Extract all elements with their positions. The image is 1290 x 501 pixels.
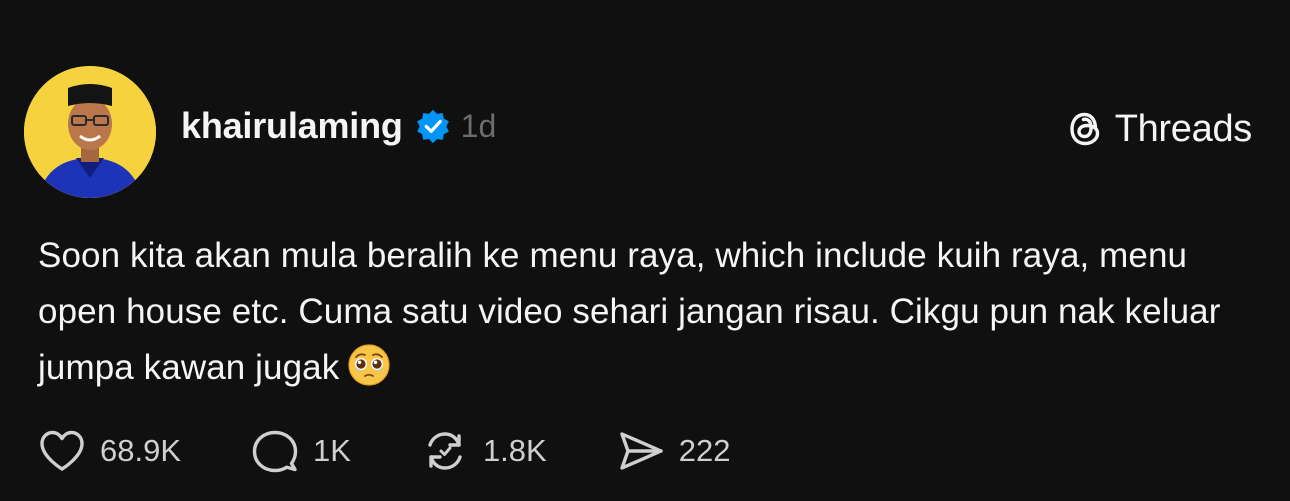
like-button[interactable]: 68.9K — [38, 428, 181, 474]
repost-icon — [428, 432, 462, 470]
threads-post-card: khairulaming 1d Threads Soon kita akan m… — [0, 0, 1290, 501]
post-header: khairulaming 1d — [181, 104, 496, 148]
pleading-face-emoji-icon — [347, 343, 391, 387]
post-body-text: Soon kita akan mula beralih ke menu raya… — [38, 236, 1221, 387]
like-count: 68.9K — [100, 433, 182, 468]
share-count: 222 — [678, 433, 731, 468]
post-timestamp: 1d — [460, 107, 497, 144]
threads-logo-icon — [1069, 112, 1099, 146]
username[interactable]: khairulaming — [181, 105, 403, 147]
reply-count: 1K — [313, 433, 351, 468]
post-actions: 68.9K 1K 1.8K 222 — [38, 428, 730, 474]
post-text: Soon kita akan mula beralih ke menu raya… — [38, 228, 1258, 396]
repost-button[interactable]: 1.8K — [421, 428, 547, 474]
verified-badge-icon — [415, 108, 451, 144]
avatar[interactable] — [24, 66, 156, 198]
avatar-image — [24, 66, 156, 198]
repost-count: 1.8K — [482, 433, 547, 468]
brand-label: Threads — [1114, 107, 1253, 150]
share-button[interactable]: 222 — [617, 428, 731, 474]
heart-icon — [40, 430, 84, 471]
post-content: Soon kita akan mula beralih ke menu raya… — [38, 228, 1258, 396]
reply-button[interactable]: 1K — [251, 428, 351, 474]
threads-brand[interactable]: Threads — [1065, 106, 1252, 152]
send-icon — [620, 432, 663, 470]
reply-bubble-icon — [252, 430, 298, 473]
